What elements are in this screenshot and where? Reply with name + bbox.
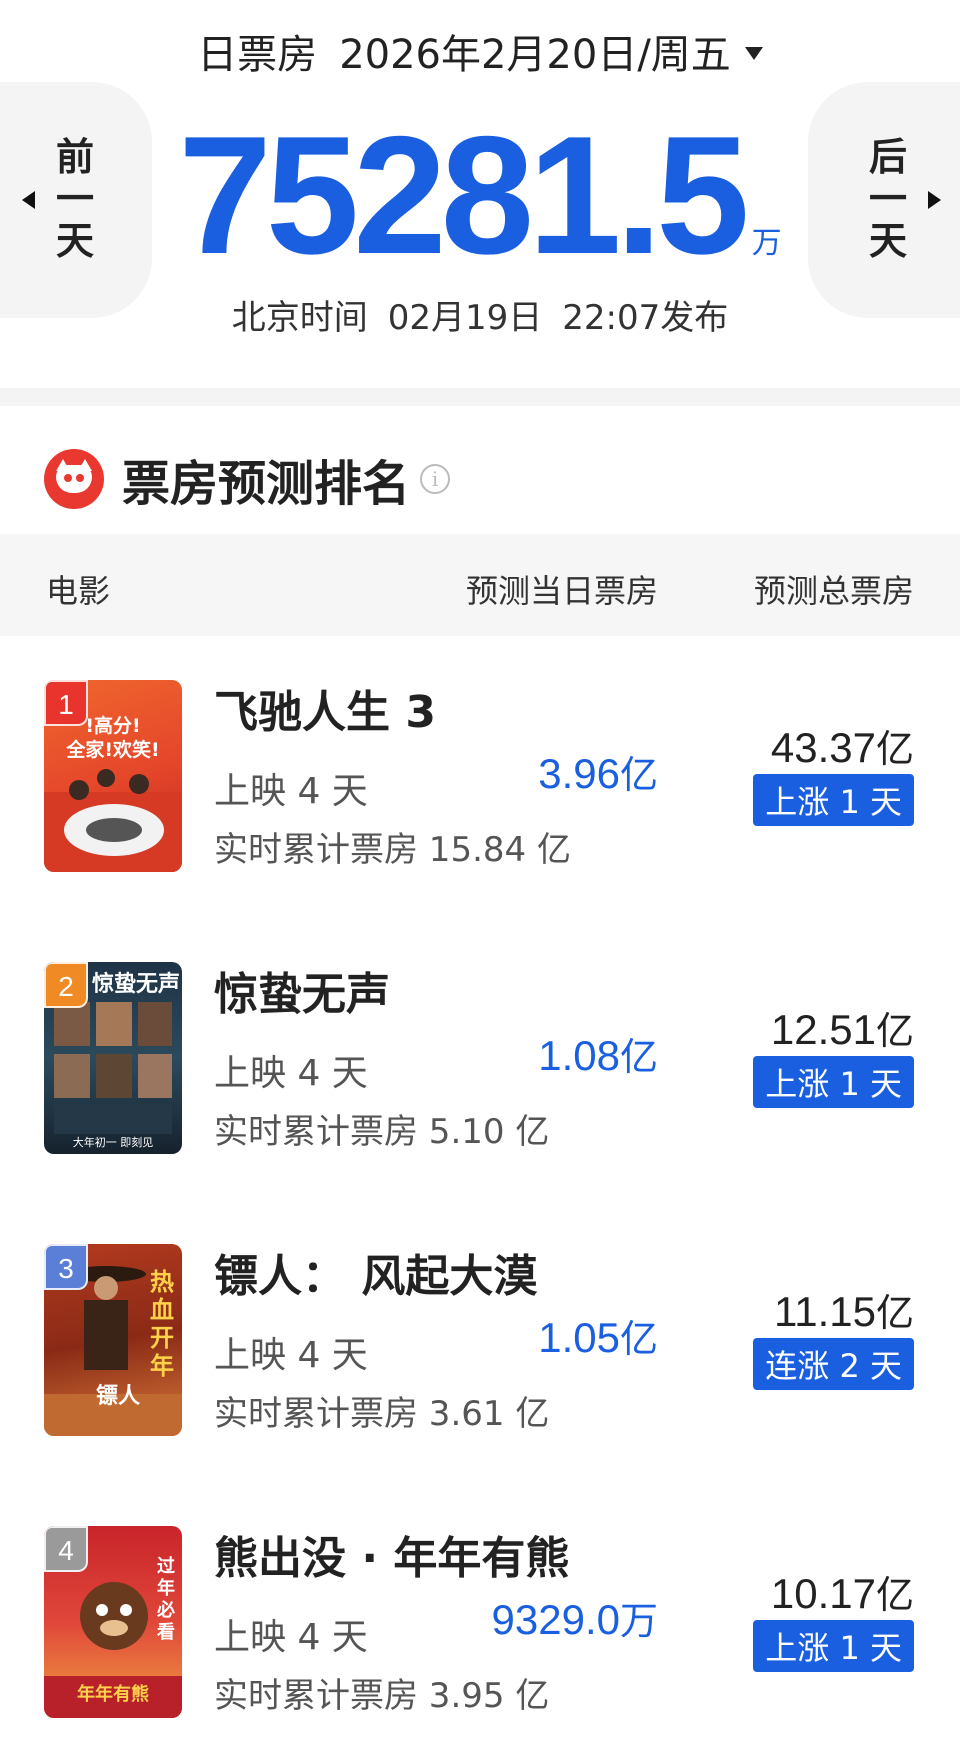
- release-days: 上映 4 天: [214, 1053, 368, 1094]
- day-prediction: 1.05亿: [538, 1314, 658, 1361]
- poster-tagline: 过年 必看: [157, 1556, 175, 1643]
- movie-poster: 热血开年 镖人 3: [44, 1244, 182, 1436]
- trend-badge: 连涨 2 天: [753, 1338, 914, 1390]
- cumulative-boxoffice: 实时累计票房 3.61 亿: [214, 1394, 550, 1434]
- maoyan-cat-logo-icon: [44, 449, 104, 509]
- release-days: 上映 4 天: [214, 1617, 368, 1658]
- section-divider: [0, 388, 960, 406]
- publish-prefix: 北京时间: [231, 298, 368, 338]
- total-prediction: 10.17亿: [770, 1570, 914, 1617]
- total-prediction: 12.51亿: [770, 1006, 914, 1053]
- movie-poster: 惊蛰无声 大年初一 即刻见 2: [44, 962, 182, 1154]
- date-text: 2026年2月20日/周五: [339, 32, 731, 78]
- release-days: 上映 4 天: [214, 1335, 368, 1376]
- trend-badge: 上涨 1 天: [753, 1620, 914, 1672]
- poster-title: 年年有熊: [77, 1684, 149, 1705]
- poster-title: 镖人: [96, 1384, 141, 1409]
- cumulative-boxoffice: 实时累计票房 3.95 亿: [214, 1676, 550, 1716]
- movie-title: 惊蛰无声: [214, 969, 390, 1020]
- info-icon[interactable]: i: [420, 464, 451, 494]
- movie-poster: !高分! 全家!欢笑! 1: [44, 680, 182, 872]
- total-unit: 万: [751, 226, 782, 261]
- movie-row[interactable]: 惊蛰无声 大年初一 即刻见 2 惊蛰无声 上映 4 天 实时累计票房 5.10 …: [0, 918, 960, 1200]
- movie-row[interactable]: !高分! 全家!欢笑! 1 飞驰人生 3 上映 4 天 实时累计票房 15.84…: [0, 636, 960, 918]
- trend-badge: 上涨 1 天: [753, 1056, 914, 1108]
- movie-poster: 过年 必看 年年有熊 4: [44, 1526, 182, 1718]
- movie-title: 熊出没 · 年年有熊: [214, 1533, 570, 1584]
- cumulative-boxoffice: 实时累计票房 15.84 亿: [214, 830, 571, 870]
- publish-time: 北京时间 02月19日 22:07发布: [0, 290, 960, 339]
- day-prediction: 9329.0万: [491, 1596, 658, 1643]
- section-header: 票房预测排名 i: [44, 444, 451, 514]
- movie-row[interactable]: 热血开年 镖人 3 镖人： 风起大漠 上映 4 天 实时累计票房 3.61 亿 …: [0, 1200, 960, 1482]
- rank-badge: 1: [44, 680, 88, 726]
- date-selector[interactable]: 日票房 2026年2月20日/周五: [0, 22, 960, 80]
- table-header: 电影 预测当日票房 预测总票房: [0, 534, 960, 636]
- poster-tagline-2: 全家!欢笑!: [66, 739, 160, 761]
- dropdown-caret-icon: [744, 46, 763, 60]
- poster-tagline: 热血开年: [150, 1268, 174, 1380]
- movie-row[interactable]: 过年 必看 年年有熊 4 熊出没 · 年年有熊 上映 4 天 实时累计票房 3.…: [0, 1482, 960, 1745]
- rank-badge: 2: [44, 962, 88, 1008]
- rank-badge: 3: [44, 1244, 88, 1290]
- publish-clock: 22:07发布: [562, 298, 729, 338]
- publish-date: 02月19日: [387, 298, 543, 338]
- total-boxoffice: 75281.5 万: [0, 110, 960, 280]
- release-days: 上映 4 天: [214, 771, 368, 812]
- col-total-pred: 预测总票房: [753, 572, 914, 610]
- total-prediction: 11.15亿: [773, 1288, 914, 1335]
- day-prediction: 1.08亿: [538, 1032, 658, 1079]
- col-movie: 电影: [46, 572, 111, 610]
- poster-title: 惊蛰无声: [92, 972, 181, 997]
- trend-badge: 上涨 1 天: [753, 774, 914, 826]
- total-prediction: 43.37亿: [770, 724, 914, 771]
- total-value: 75281.5: [178, 101, 749, 289]
- cumulative-boxoffice: 实时累计票房 5.10 亿: [214, 1112, 550, 1152]
- daily-boxoffice-label: 日票房: [197, 32, 318, 78]
- poster-tagline: 大年初一 即刻见: [72, 1136, 154, 1149]
- col-day-pred: 预测当日票房: [465, 572, 658, 610]
- day-prediction: 3.96亿: [538, 750, 658, 797]
- rank-badge: 4: [44, 1526, 88, 1572]
- movie-title: 镖人： 风起大漠: [214, 1251, 538, 1302]
- section-title: 票房预测排名: [122, 456, 411, 512]
- movie-title: 飞驰人生 3: [214, 687, 436, 738]
